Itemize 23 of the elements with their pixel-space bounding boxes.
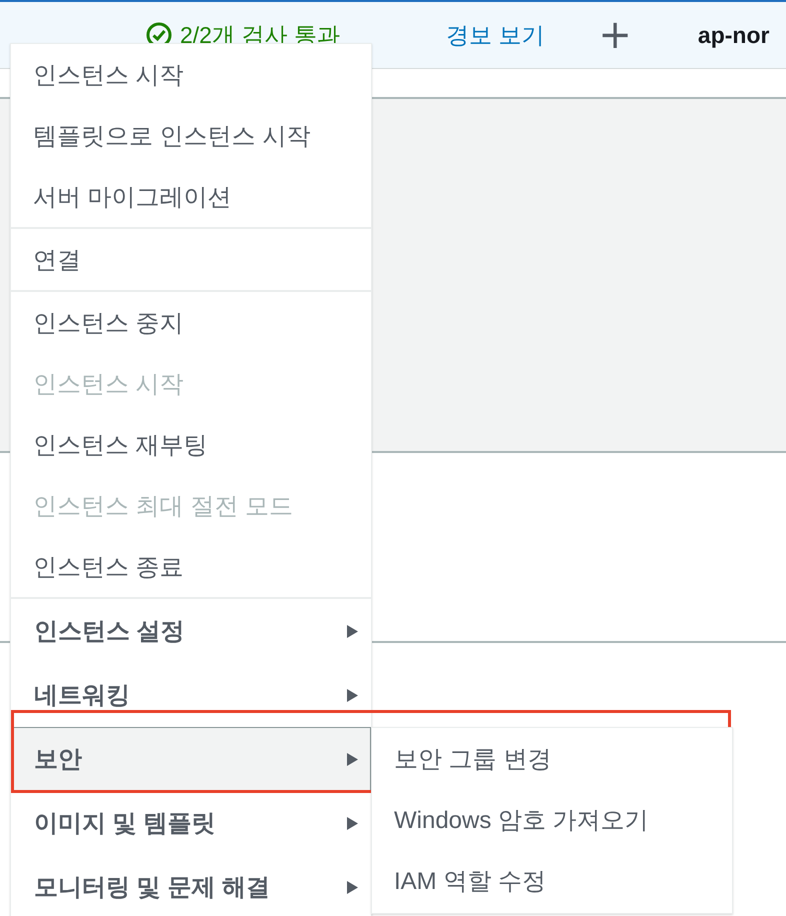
submenu-item[interactable]: 모니터링 및 문제 해결	[11, 855, 371, 916]
region-text: ap-nor	[698, 22, 770, 48]
menu-item[interactable]: IAM 역할 수정	[372, 850, 732, 911]
submenu-item[interactable]: 네트워킹	[11, 663, 371, 727]
menu-item[interactable]: 템플릿으로 인스턴스 시작	[11, 105, 371, 166]
view-alarms-link[interactable]: 경보 보기	[446, 20, 544, 50]
submenu-item[interactable]: 인스턴스 설정	[11, 599, 371, 663]
menu-item[interactable]: 보안 그룹 변경	[372, 728, 732, 789]
caret-icon	[347, 880, 358, 894]
menu-item[interactable]: 서버 마이그레이션	[11, 166, 371, 227]
add-button[interactable]: +	[594, 15, 636, 55]
menu-item[interactable]: 연결	[11, 229, 371, 290]
submenu-item[interactable]: 보안	[11, 727, 371, 791]
submenu-item[interactable]: 이미지 및 템플릿	[11, 791, 371, 855]
menu-item[interactable]: 인스턴스 시작	[11, 44, 371, 105]
menu-item[interactable]: 인스턴스 중지	[11, 292, 371, 353]
menu-item[interactable]: 인스턴스 종료	[11, 536, 371, 597]
caret-icon	[347, 688, 358, 702]
menu-item[interactable]: 인스턴스 재부팅	[11, 414, 371, 475]
caret-icon	[347, 752, 358, 766]
menu-item[interactable]: Windows 암호 가져오기	[372, 789, 732, 850]
caret-icon	[347, 624, 358, 638]
caret-icon	[347, 816, 358, 830]
